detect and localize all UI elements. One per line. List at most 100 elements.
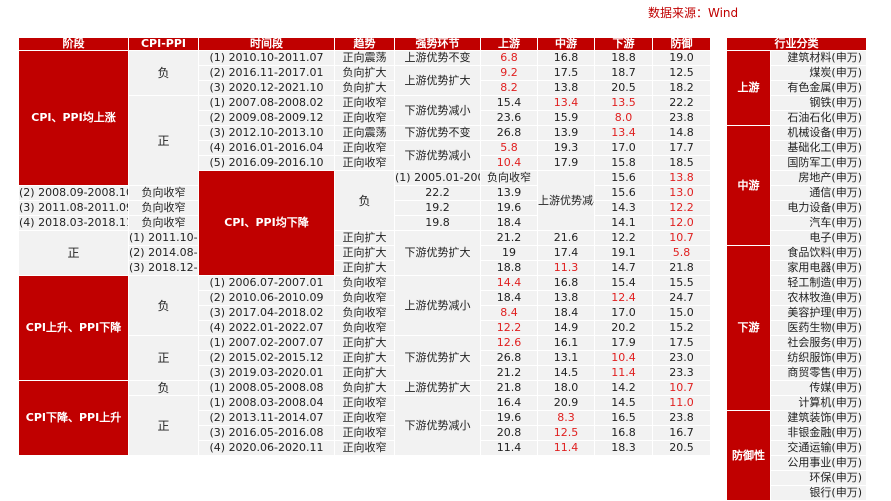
trend-cell: 正向收窄 [334,425,395,441]
downstream-value: 10.4 [594,350,653,366]
strong-segment-cell: 下游优势减小 [394,395,481,456]
midstream-value: 18.0 [537,380,595,396]
downstream-value: 14.5 [594,395,653,411]
cpi-ppi-sign-cell: 负 [128,380,199,396]
defensive-value: 12.0 [652,215,711,231]
upstream-value: 18.4 [480,290,538,306]
midstream-value: 19.6 [480,200,538,216]
defensive-value: 23.8 [652,410,711,426]
defensive-value: 5.8 [652,245,711,261]
defensive-value: 15.0 [652,305,711,321]
trend-cell: 负向收窄 [128,200,199,216]
cpi-ppi-sign-cell: 负 [128,275,199,336]
defensive-value: 21.8 [652,260,711,276]
defensive-value: 23.8 [652,110,711,126]
industry-item: 环保(申万) [770,470,867,486]
midstream-value: 21.6 [537,230,595,246]
downstream-value: 8.0 [594,110,653,126]
period-cell: (3) 2016.05-2016.08 [198,425,335,441]
downstream-value: 17.9 [594,335,653,351]
defensive-value: 13.0 [652,185,711,201]
period-cell: (1) 2008.05-2008.08 [198,380,335,396]
trend-cell: 负向收窄 [334,275,395,291]
midstream-value: 12.5 [537,425,595,441]
defensive-value: 12.2 [652,200,711,216]
midstream-value: 17.9 [537,155,595,171]
upstream-value: 19.2 [394,200,481,216]
column-header-0: 阶段 [18,37,129,51]
defensive-value: 17.5 [652,335,711,351]
strong-segment-cell: 上游优势减小 [394,275,481,336]
strong-segment-cell: 上游优势不变 [394,50,481,66]
midstream-value: 13.9 [537,125,595,141]
phase-table-header: 阶段 CPI-PPI 时间段 趋势 强势环节 上游 中游 下游 防御 [18,37,711,51]
upstream-value: 21.2 [480,230,538,246]
period-cell: (4) 2020.06-2020.11 [198,440,335,456]
downstream-value: 18.7 [594,65,653,81]
midstream-value: 14.9 [537,320,595,336]
upstream-value: 26.8 [480,125,538,141]
industry-item: 有色金属(申万) [770,80,867,96]
industry-item: 非银金融(申万) [770,425,867,441]
upstream-value: 12.6 [480,335,538,351]
data-source-note: 数据来源：Wind [648,6,739,20]
defensive-value: 10.7 [652,380,711,396]
upstream-value: 26.8 [480,350,538,366]
downstream-value: 14.3 [594,200,653,216]
upstream-value: 21.8 [480,380,538,396]
defensive-value: 11.0 [652,395,711,411]
midstream-value: 13.8 [537,290,595,306]
upstream-value: 16.4 [480,395,538,411]
period-cell: (3) 2018.12-2019.02 [128,260,199,276]
trend-cell: 正向扩大 [334,245,395,261]
midstream-value: 13.9 [480,185,538,201]
cpi-ppi-sign-cell: 负 [334,170,395,231]
period-cell: (1) 2005.01-2006.03 [394,170,481,186]
downstream-value: 16.5 [594,410,653,426]
downstream-value: 13.4 [594,125,653,141]
column-header-4: 强势环节 [394,37,481,51]
industry-item: 轻工制造(申万) [770,275,867,291]
period-cell: (3) 2019.03-2020.01 [198,365,335,381]
strong-segment-cell: 上游优势减小 [537,170,595,231]
trend-cell: 负向收窄 [334,305,395,321]
industry-item: 家用电器(申万) [770,260,867,276]
midstream-value: 20.9 [537,395,595,411]
defensive-value: 18.2 [652,80,711,96]
trend-cell: 负向扩大 [334,80,395,96]
industry-group-cell: 防御性 [726,410,771,501]
midstream-value: 13.1 [537,350,595,366]
trend-cell: 负向扩大 [334,380,395,396]
stage-cell: CPI、PPI均上涨 [18,50,129,186]
trend-cell: 负向收窄 [334,290,395,306]
industry-item: 食品饮料(申万) [770,245,867,261]
period-cell: (2) 2009.08-2009.12 [198,110,335,126]
trend-cell: 正向收窄 [334,395,395,411]
midstream-value: 15.9 [537,110,595,126]
strong-segment-cell: 下游优势扩大 [394,230,481,276]
downstream-value: 18.8 [594,50,653,66]
trend-cell: 正向收窄 [334,155,395,171]
period-cell: (4) 2022.01-2022.07 [198,320,335,336]
industry-item: 美容护理(申万) [770,305,867,321]
industry-item: 医药生物(申万) [770,320,867,336]
industry-item: 社会服务(申万) [770,335,867,351]
midstream-value: 17.5 [537,65,595,81]
strong-segment-cell: 下游优势减小 [394,95,481,126]
midstream-value: 18.4 [537,305,595,321]
trend-cell: 正向收窄 [334,110,395,126]
upstream-value: 5.8 [480,140,538,156]
midstream-value: 13.8 [537,80,595,96]
trend-cell: 正向扩大 [334,350,395,366]
defensive-value: 15.5 [652,275,711,291]
column-header-8: 防御 [652,37,711,51]
midstream-value: 16.1 [537,335,595,351]
downstream-value: 14.1 [594,215,653,231]
upstream-value: 11.4 [480,440,538,456]
period-cell: (1) 2007.08-2008.02 [198,95,335,111]
industry-row: 上游 建筑材料(申万) [726,50,867,126]
midstream-value: 13.8 [652,170,711,186]
period-cell: (4) 2016.01-2016.04 [198,140,335,156]
midstream-value: 19.3 [537,140,595,156]
defensive-value: 12.5 [652,65,711,81]
